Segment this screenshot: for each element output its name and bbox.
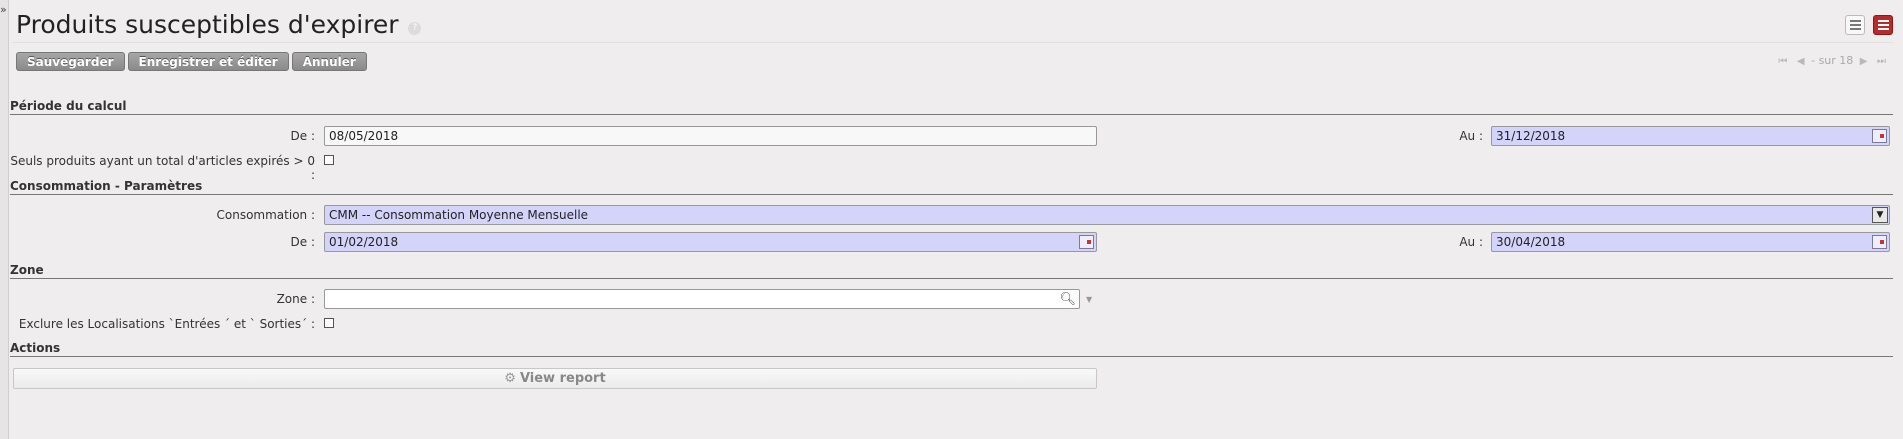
prev-page-icon[interactable]: ◀ bbox=[1797, 56, 1805, 67]
calendar-icon[interactable] bbox=[1079, 235, 1094, 249]
exclude-locations-label: Exclure les Localisations `Entrées ´ et … bbox=[18, 317, 315, 331]
first-page-icon[interactable]: ⏮ bbox=[1778, 56, 1787, 67]
list-view-button[interactable] bbox=[1845, 15, 1866, 35]
form-view-button[interactable] bbox=[1873, 15, 1893, 35]
section-consumption: Consommation - Paramètres bbox=[10, 179, 1893, 195]
exclude-locations-checkbox[interactable] bbox=[324, 318, 334, 328]
period-to-value: 31/12/2018 bbox=[1496, 129, 1566, 143]
section-zone: Zone bbox=[10, 263, 1893, 279]
save-and-edit-button[interactable]: Enregistrer et éditer bbox=[127, 52, 289, 71]
zone-search-field[interactable]: 🔍︎ bbox=[324, 289, 1080, 309]
form-toolbar: Sauvegarder Enregistrer et éditer Annuler bbox=[16, 52, 370, 71]
only-expired-label: Seuls produits ayant un total d'articles… bbox=[10, 154, 315, 182]
calendar-icon[interactable] bbox=[1872, 235, 1887, 249]
search-icon[interactable]: 🔍︎ bbox=[1059, 291, 1076, 309]
next-page-icon[interactable]: ▶ bbox=[1860, 56, 1868, 67]
header-divider bbox=[12, 42, 1893, 43]
calendar-icon[interactable] bbox=[1872, 129, 1887, 143]
dropdown-icon[interactable]: ▼ bbox=[1086, 295, 1092, 304]
consumption-to-field[interactable]: 30/04/2018 bbox=[1491, 232, 1890, 252]
consumption-from-value: 01/02/2018 bbox=[329, 235, 399, 249]
section-actions: Actions bbox=[10, 341, 1893, 357]
zone-label: Zone : bbox=[276, 292, 315, 306]
page-header: Produits susceptibles d'expirer ? bbox=[16, 10, 1893, 42]
sidebar-toggle[interactable]: » bbox=[0, 0, 9, 439]
only-expired-checkbox[interactable] bbox=[324, 155, 334, 165]
consumption-to-label: Au : bbox=[1459, 235, 1483, 249]
chevron-down-icon[interactable]: ▼ bbox=[1872, 207, 1888, 223]
save-button[interactable]: Sauvegarder bbox=[16, 52, 125, 71]
cancel-button[interactable]: Annuler bbox=[291, 52, 367, 71]
period-from-field[interactable]: 08/05/2018 bbox=[324, 126, 1097, 146]
period-from-label: De : bbox=[290, 129, 315, 143]
consumption-from-field[interactable]: 01/02/2018 bbox=[324, 232, 1097, 252]
consumption-type-label: Consommation : bbox=[216, 208, 316, 222]
view-switcher bbox=[1841, 15, 1893, 38]
consumption-type-select[interactable]: CMM -- Consommation Moyenne Mensuelle ▼ bbox=[324, 205, 1890, 225]
consumption-type-value: CMM -- Consommation Moyenne Mensuelle bbox=[329, 208, 589, 222]
consumption-to-value: 30/04/2018 bbox=[1496, 235, 1566, 249]
list-icon bbox=[1850, 20, 1862, 30]
consumption-from-label: De : bbox=[290, 235, 315, 249]
help-icon[interactable]: ? bbox=[408, 22, 422, 35]
pager-count: - sur 18 bbox=[1811, 54, 1854, 67]
period-to-label: Au : bbox=[1459, 129, 1483, 143]
view-report-label: View report bbox=[519, 371, 606, 386]
pager: ⏮ ◀ - sur 18 ▶ ⏭ bbox=[1775, 54, 1889, 67]
page-title: Produits susceptibles d'expirer bbox=[16, 10, 399, 39]
expand-icon: » bbox=[0, 3, 7, 16]
gears-icon: ⚙ bbox=[504, 371, 516, 386]
last-page-icon[interactable]: ⏭ bbox=[1877, 56, 1886, 67]
period-to-field[interactable]: 31/12/2018 bbox=[1491, 126, 1890, 146]
section-period: Période du calcul bbox=[10, 99, 1893, 115]
view-report-button[interactable]: ⚙ View report bbox=[13, 368, 1097, 389]
form-icon bbox=[1878, 20, 1889, 30]
